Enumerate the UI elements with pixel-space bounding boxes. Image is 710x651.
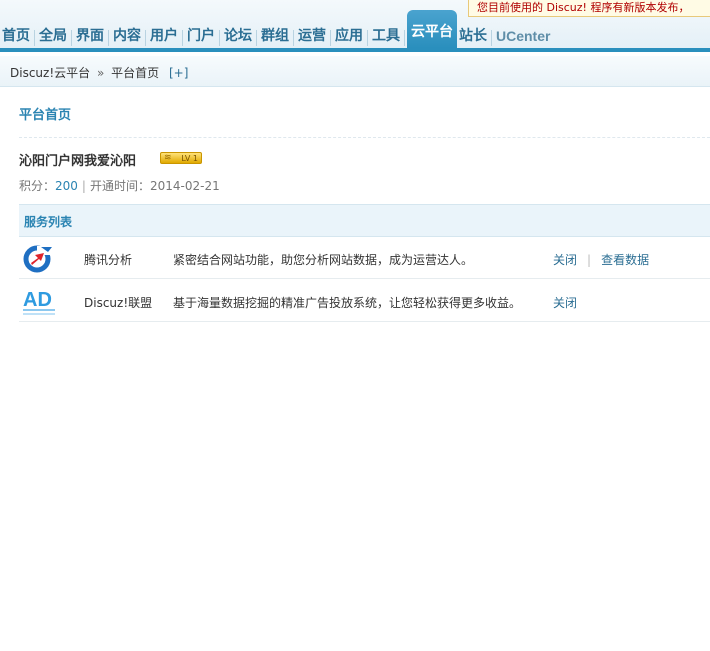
divider — [19, 137, 710, 138]
nav-divider — [71, 30, 72, 46]
view-data-button[interactable]: 查看数据 — [601, 253, 649, 267]
main-nav: 首页 全局 界面 内容 用户 门户 论坛 群组 运营 应用 工具 云平台 站长 … — [0, 10, 552, 48]
nav-item-founder[interactable]: 站长 — [457, 24, 489, 48]
breadcrumb-current: 平台首页 — [111, 66, 160, 80]
nav-divider — [145, 30, 146, 46]
nav-item-style[interactable]: 界面 — [74, 24, 106, 48]
nav-item-operation[interactable]: 运营 — [296, 24, 328, 48]
nav-item-cloud[interactable]: 云平台 — [407, 10, 457, 48]
nav-item-content[interactable]: 内容 — [111, 24, 143, 48]
action-separator: | — [587, 253, 592, 267]
nav-divider — [219, 30, 220, 46]
nav-divider — [293, 30, 294, 46]
update-notice[interactable]: 您目前使用的 Discuz! 程序有新版本发布， — [468, 0, 710, 17]
nav-divider — [491, 30, 492, 46]
open-date-value: 2014-02-21 — [149, 179, 220, 193]
level-badge: ≋ LV 1 — [160, 152, 202, 164]
nav-item-tools[interactable]: 工具 — [370, 24, 402, 48]
service-list-header: 服务列表 — [19, 204, 710, 237]
site-meta: 积分：200 | 开通时间：2014-02-21 — [19, 177, 220, 194]
meta-separator: | — [81, 179, 86, 193]
nav-divider — [330, 30, 331, 46]
nav-item-global[interactable]: 全局 — [37, 24, 69, 48]
tencent-analytics-icon — [23, 245, 56, 273]
nav-divider — [256, 30, 257, 46]
close-service-button[interactable]: 关闭 — [553, 296, 577, 310]
signal-icon: ≋ — [164, 153, 172, 163]
points-label: 积分： — [19, 179, 56, 193]
breadcrumb-bar: Discuz!云平台 » 平台首页 [+] — [0, 56, 710, 87]
nav-divider — [182, 30, 183, 46]
site-name: 沁阳门户网我爱沁阳 — [19, 154, 137, 169]
nav-item-portal[interactable]: 门户 — [185, 24, 217, 48]
close-service-button[interactable]: 关闭 — [553, 253, 577, 267]
points-value: 200 — [55, 179, 78, 193]
page-title: 平台首页 — [19, 108, 72, 123]
top-nav-bar: 您目前使用的 Discuz! 程序有新版本发布， 首页 全局 界面 内容 用户 … — [0, 0, 710, 52]
service-actions: 关闭 | 查看数据 — [553, 251, 649, 268]
service-row: AD Discuz!联盟 基于海量数据挖掘的精准广告投放系统，让您轻松获得更多收… — [19, 279, 710, 322]
service-list-title: 服务列表 — [24, 215, 73, 229]
ad-union-icon: AD — [23, 289, 55, 315]
nav-item-app[interactable]: 应用 — [333, 24, 365, 48]
breadcrumb-separator: » — [96, 66, 105, 80]
nav-item-group[interactable]: 群组 — [259, 24, 291, 48]
service-description: 基于海量数据挖掘的精准广告投放系统，让您轻松获得更多收益。 — [173, 296, 522, 310]
service-actions: 关闭 — [553, 294, 577, 311]
breadcrumb-root[interactable]: Discuz!云平台 — [10, 66, 90, 80]
service-name: Discuz!联盟 — [84, 296, 153, 310]
svg-text:AD: AD — [23, 289, 52, 311]
breadcrumb: Discuz!云平台 » 平台首页 [+] — [10, 64, 188, 81]
nav-item-ucenter[interactable]: UCenter — [494, 24, 552, 48]
service-name: 腾讯分析 — [84, 253, 133, 267]
level-badge-label: LV 1 — [181, 154, 198, 163]
open-date-label: 开通时间： — [89, 179, 150, 193]
service-row: 腾讯分析 紧密结合网站功能，助您分析网站数据，成为运营达人。 关闭 | 查看数据 — [19, 236, 710, 279]
nav-divider — [34, 30, 35, 46]
nav-item-user[interactable]: 用户 — [148, 24, 180, 48]
nav-item-home[interactable]: 首页 — [0, 24, 32, 48]
nav-divider — [367, 30, 368, 46]
nav-item-forum[interactable]: 论坛 — [222, 24, 254, 48]
nav-divider — [108, 30, 109, 46]
add-shortcut-button[interactable]: [+] — [169, 66, 188, 80]
service-description: 紧密结合网站功能，助您分析网站数据，成为运营达人。 — [173, 253, 474, 267]
nav-divider — [404, 30, 405, 46]
